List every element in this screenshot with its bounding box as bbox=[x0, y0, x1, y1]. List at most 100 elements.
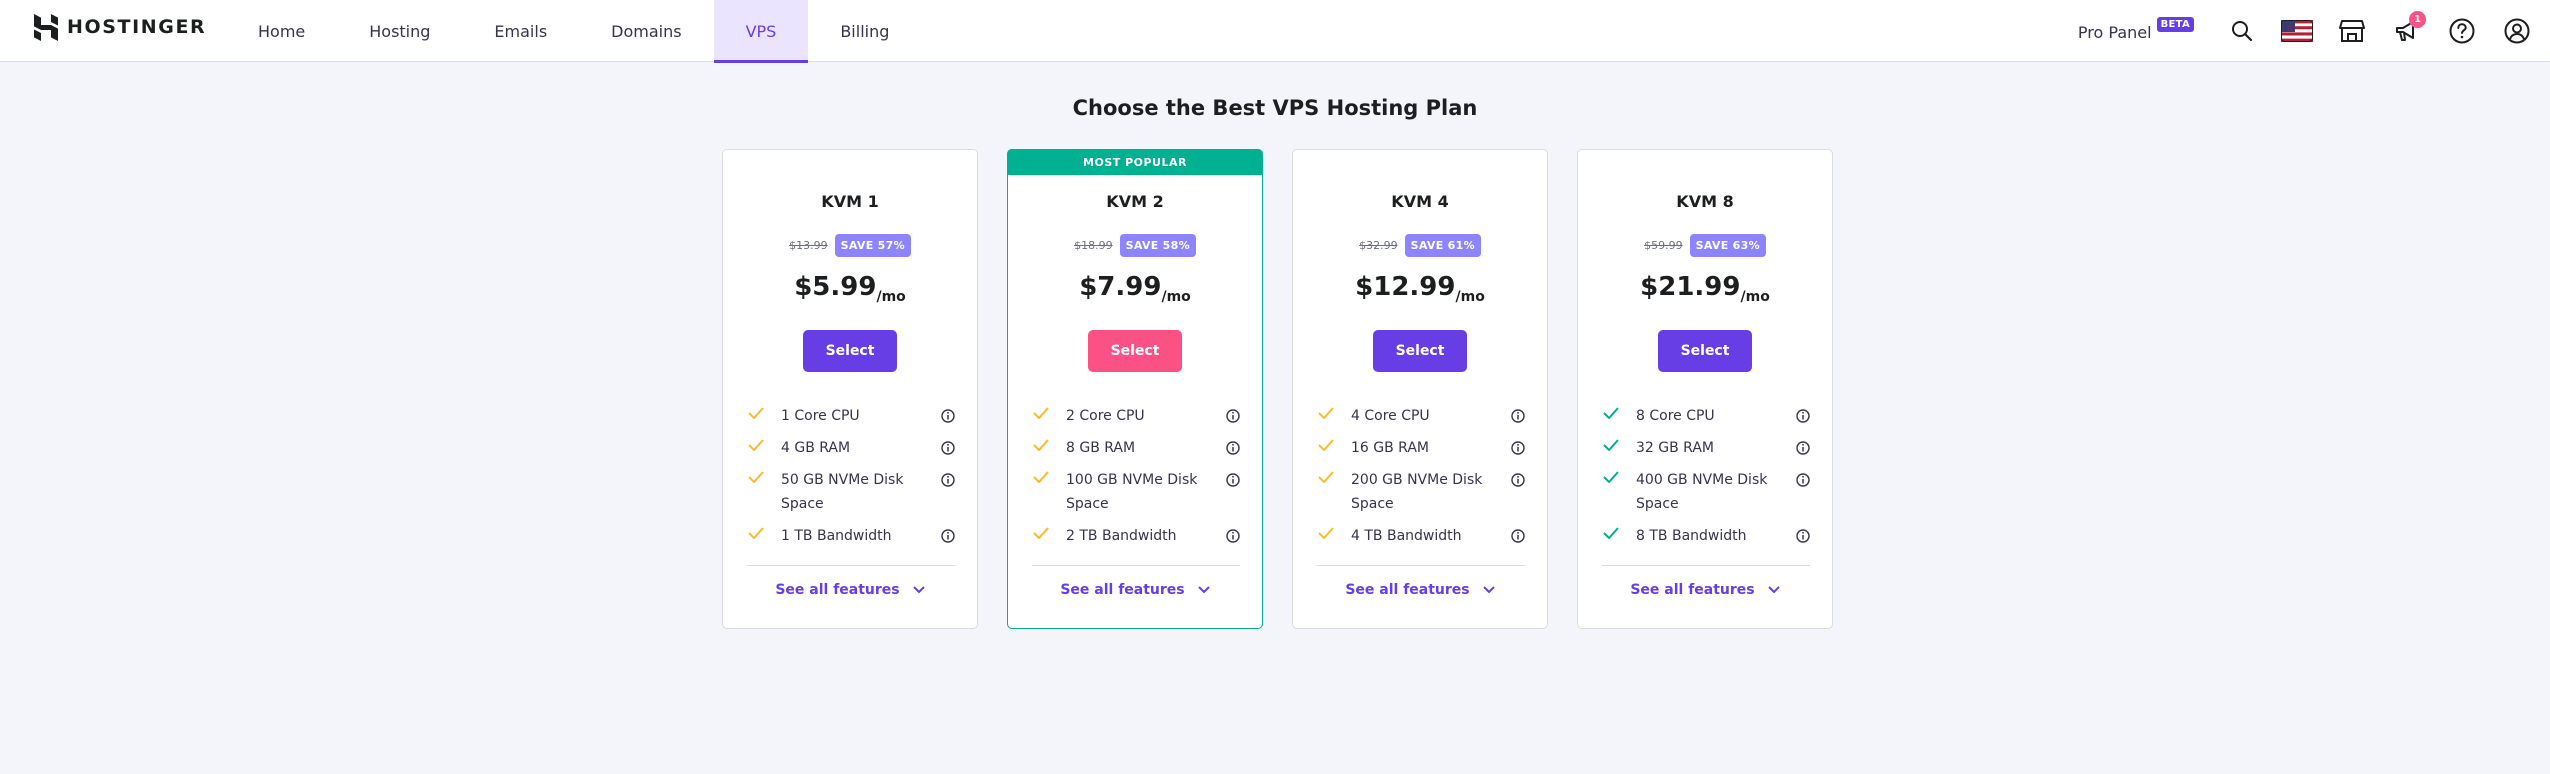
main-nav: Home Hosting Emails Domains VPS Billing bbox=[226, 0, 921, 63]
discount-row: $13.99 SAVE 57% bbox=[723, 234, 977, 257]
see-all-label: See all features bbox=[775, 582, 900, 598]
see-all-label: See all features bbox=[1345, 582, 1470, 598]
feature-text: 8 GB RAM bbox=[1066, 440, 1136, 456]
feature-text: 8 Core CPU bbox=[1636, 408, 1715, 424]
feature-text: 4 Core CPU bbox=[1351, 408, 1430, 424]
feature-text: 2 TB Bandwidth bbox=[1066, 528, 1177, 544]
feature-item: 16 GB RAM bbox=[1317, 436, 1525, 468]
check-icon bbox=[1318, 439, 1334, 451]
check-icon bbox=[748, 471, 764, 483]
see-all-features-link[interactable]: See all features bbox=[1578, 582, 1832, 598]
chevron-down-icon bbox=[1767, 586, 1780, 594]
notifications-button[interactable]: 1 bbox=[2379, 0, 2434, 62]
price-unit: /mo bbox=[876, 289, 906, 305]
see-all-features-link[interactable]: See all features bbox=[1293, 582, 1547, 598]
nav-item-home[interactable]: Home bbox=[226, 0, 337, 62]
price: $12.99 /mo bbox=[1293, 272, 1547, 305]
save-badge: SAVE 58% bbox=[1119, 234, 1196, 257]
discount-row: $32.99 SAVE 61% bbox=[1293, 234, 1547, 257]
nav-item-billing[interactable]: Billing bbox=[808, 0, 921, 62]
price: $21.99 /mo bbox=[1578, 272, 1832, 305]
feature-text: 16 GB RAM bbox=[1351, 440, 1429, 456]
feature-item: 8 GB RAM bbox=[1032, 436, 1240, 468]
check-icon bbox=[1033, 407, 1049, 419]
nav-item-emails[interactable]: Emails bbox=[462, 0, 579, 62]
feature-item: 50 GB NVMe Disk Space bbox=[747, 468, 955, 524]
nav-label: Home bbox=[258, 21, 306, 41]
pro-panel-link[interactable]: Pro Panel BETA bbox=[2077, 16, 2194, 42]
info-icon[interactable] bbox=[941, 409, 955, 423]
feature-list: 8 Core CPU 32 GB RAM 400 GB NVMe Disk Sp… bbox=[1602, 404, 1810, 556]
nav-label: Emails bbox=[494, 21, 548, 41]
info-icon[interactable] bbox=[1511, 529, 1525, 543]
info-icon[interactable] bbox=[1226, 441, 1240, 455]
save-badge: SAVE 63% bbox=[1689, 234, 1766, 257]
select-button[interactable]: Select bbox=[803, 330, 897, 372]
select-button[interactable]: Select bbox=[1658, 330, 1752, 372]
hostinger-logo-icon bbox=[34, 13, 58, 41]
search-button[interactable] bbox=[2214, 0, 2269, 62]
check-icon bbox=[1318, 471, 1334, 483]
info-icon[interactable] bbox=[1226, 529, 1240, 543]
store-icon bbox=[2338, 20, 2365, 42]
info-icon[interactable] bbox=[1796, 473, 1810, 487]
plan-card-kvm-8: KVM 8 $59.99 SAVE 63% $21.99 /mo Select … bbox=[1577, 149, 1833, 629]
account-button[interactable] bbox=[2489, 0, 2544, 62]
info-icon[interactable] bbox=[941, 441, 955, 455]
feature-text: 50 GB NVMe Disk Space bbox=[781, 472, 904, 512]
brand-name: HOSTINGER bbox=[67, 16, 207, 38]
info-icon[interactable] bbox=[1796, 441, 1810, 455]
nav-item-domains[interactable]: Domains bbox=[579, 0, 713, 62]
account-icon bbox=[2504, 18, 2529, 44]
beta-badge: BETA bbox=[2156, 16, 2194, 32]
feature-item: 4 GB RAM bbox=[747, 436, 955, 468]
feature-item: 2 TB Bandwidth bbox=[1032, 524, 1240, 556]
select-button[interactable]: Select bbox=[1088, 330, 1182, 372]
plan-card-kvm-2: MOST POPULAR KVM 2 $18.99 SAVE 58% $7.99… bbox=[1007, 149, 1263, 629]
info-icon[interactable] bbox=[1511, 409, 1525, 423]
plan-name: KVM 4 bbox=[1391, 192, 1449, 211]
discount-row: $18.99 SAVE 58% bbox=[1008, 234, 1262, 257]
feature-text: 1 Core CPU bbox=[781, 408, 860, 424]
check-icon bbox=[748, 527, 764, 539]
info-icon[interactable] bbox=[1226, 409, 1240, 423]
info-icon[interactable] bbox=[1511, 441, 1525, 455]
price: $7.99 /mo bbox=[1008, 272, 1262, 305]
feature-text: 4 TB Bandwidth bbox=[1351, 528, 1462, 544]
hostinger-logo[interactable]: HOSTINGER bbox=[34, 13, 206, 41]
chevron-down-icon bbox=[1197, 586, 1210, 594]
divider bbox=[1317, 565, 1525, 566]
store-button[interactable] bbox=[2324, 0, 2379, 62]
feature-list: 4 Core CPU 16 GB RAM 200 GB NVMe Disk Sp… bbox=[1317, 404, 1525, 556]
info-icon[interactable] bbox=[1511, 473, 1525, 487]
feature-item: 8 TB Bandwidth bbox=[1602, 524, 1810, 556]
top-navigation-bar: HOSTINGER Home Hosting Emails Domains VP… bbox=[0, 0, 2550, 63]
see-all-features-link[interactable]: See all features bbox=[1008, 582, 1262, 598]
price-unit: /mo bbox=[1161, 289, 1191, 305]
check-icon bbox=[1033, 527, 1049, 539]
info-icon[interactable] bbox=[941, 529, 955, 543]
help-button[interactable] bbox=[2434, 0, 2489, 62]
feature-item: 1 Core CPU bbox=[747, 404, 955, 436]
info-icon[interactable] bbox=[1226, 473, 1240, 487]
help-icon bbox=[2449, 18, 2474, 44]
info-icon[interactable] bbox=[941, 473, 955, 487]
pro-panel-label: Pro Panel bbox=[2077, 22, 2152, 42]
feature-item: 1 TB Bandwidth bbox=[747, 524, 955, 556]
most-popular-banner: MOST POPULAR bbox=[1007, 149, 1263, 175]
info-icon[interactable] bbox=[1796, 529, 1810, 543]
plan-card-kvm-1: KVM 1 $13.99 SAVE 57% $5.99 /mo Select 1… bbox=[722, 149, 978, 629]
nav-label: Hosting bbox=[369, 21, 431, 41]
see-all-features-link[interactable]: See all features bbox=[723, 582, 977, 598]
feature-list: 1 Core CPU 4 GB RAM 50 GB NVMe Disk Spac… bbox=[747, 404, 955, 556]
language-button[interactable] bbox=[2269, 0, 2324, 62]
feature-text: 2 Core CPU bbox=[1066, 408, 1145, 424]
info-icon[interactable] bbox=[1796, 409, 1810, 423]
check-icon bbox=[1603, 439, 1619, 451]
nav-item-hosting[interactable]: Hosting bbox=[337, 0, 462, 62]
nav-item-vps[interactable]: VPS bbox=[713, 0, 809, 63]
feature-item: 2 Core CPU bbox=[1032, 404, 1240, 436]
select-button[interactable]: Select bbox=[1373, 330, 1467, 372]
feature-text: 4 GB RAM bbox=[781, 440, 851, 456]
discount-row: $59.99 SAVE 63% bbox=[1578, 234, 1832, 257]
